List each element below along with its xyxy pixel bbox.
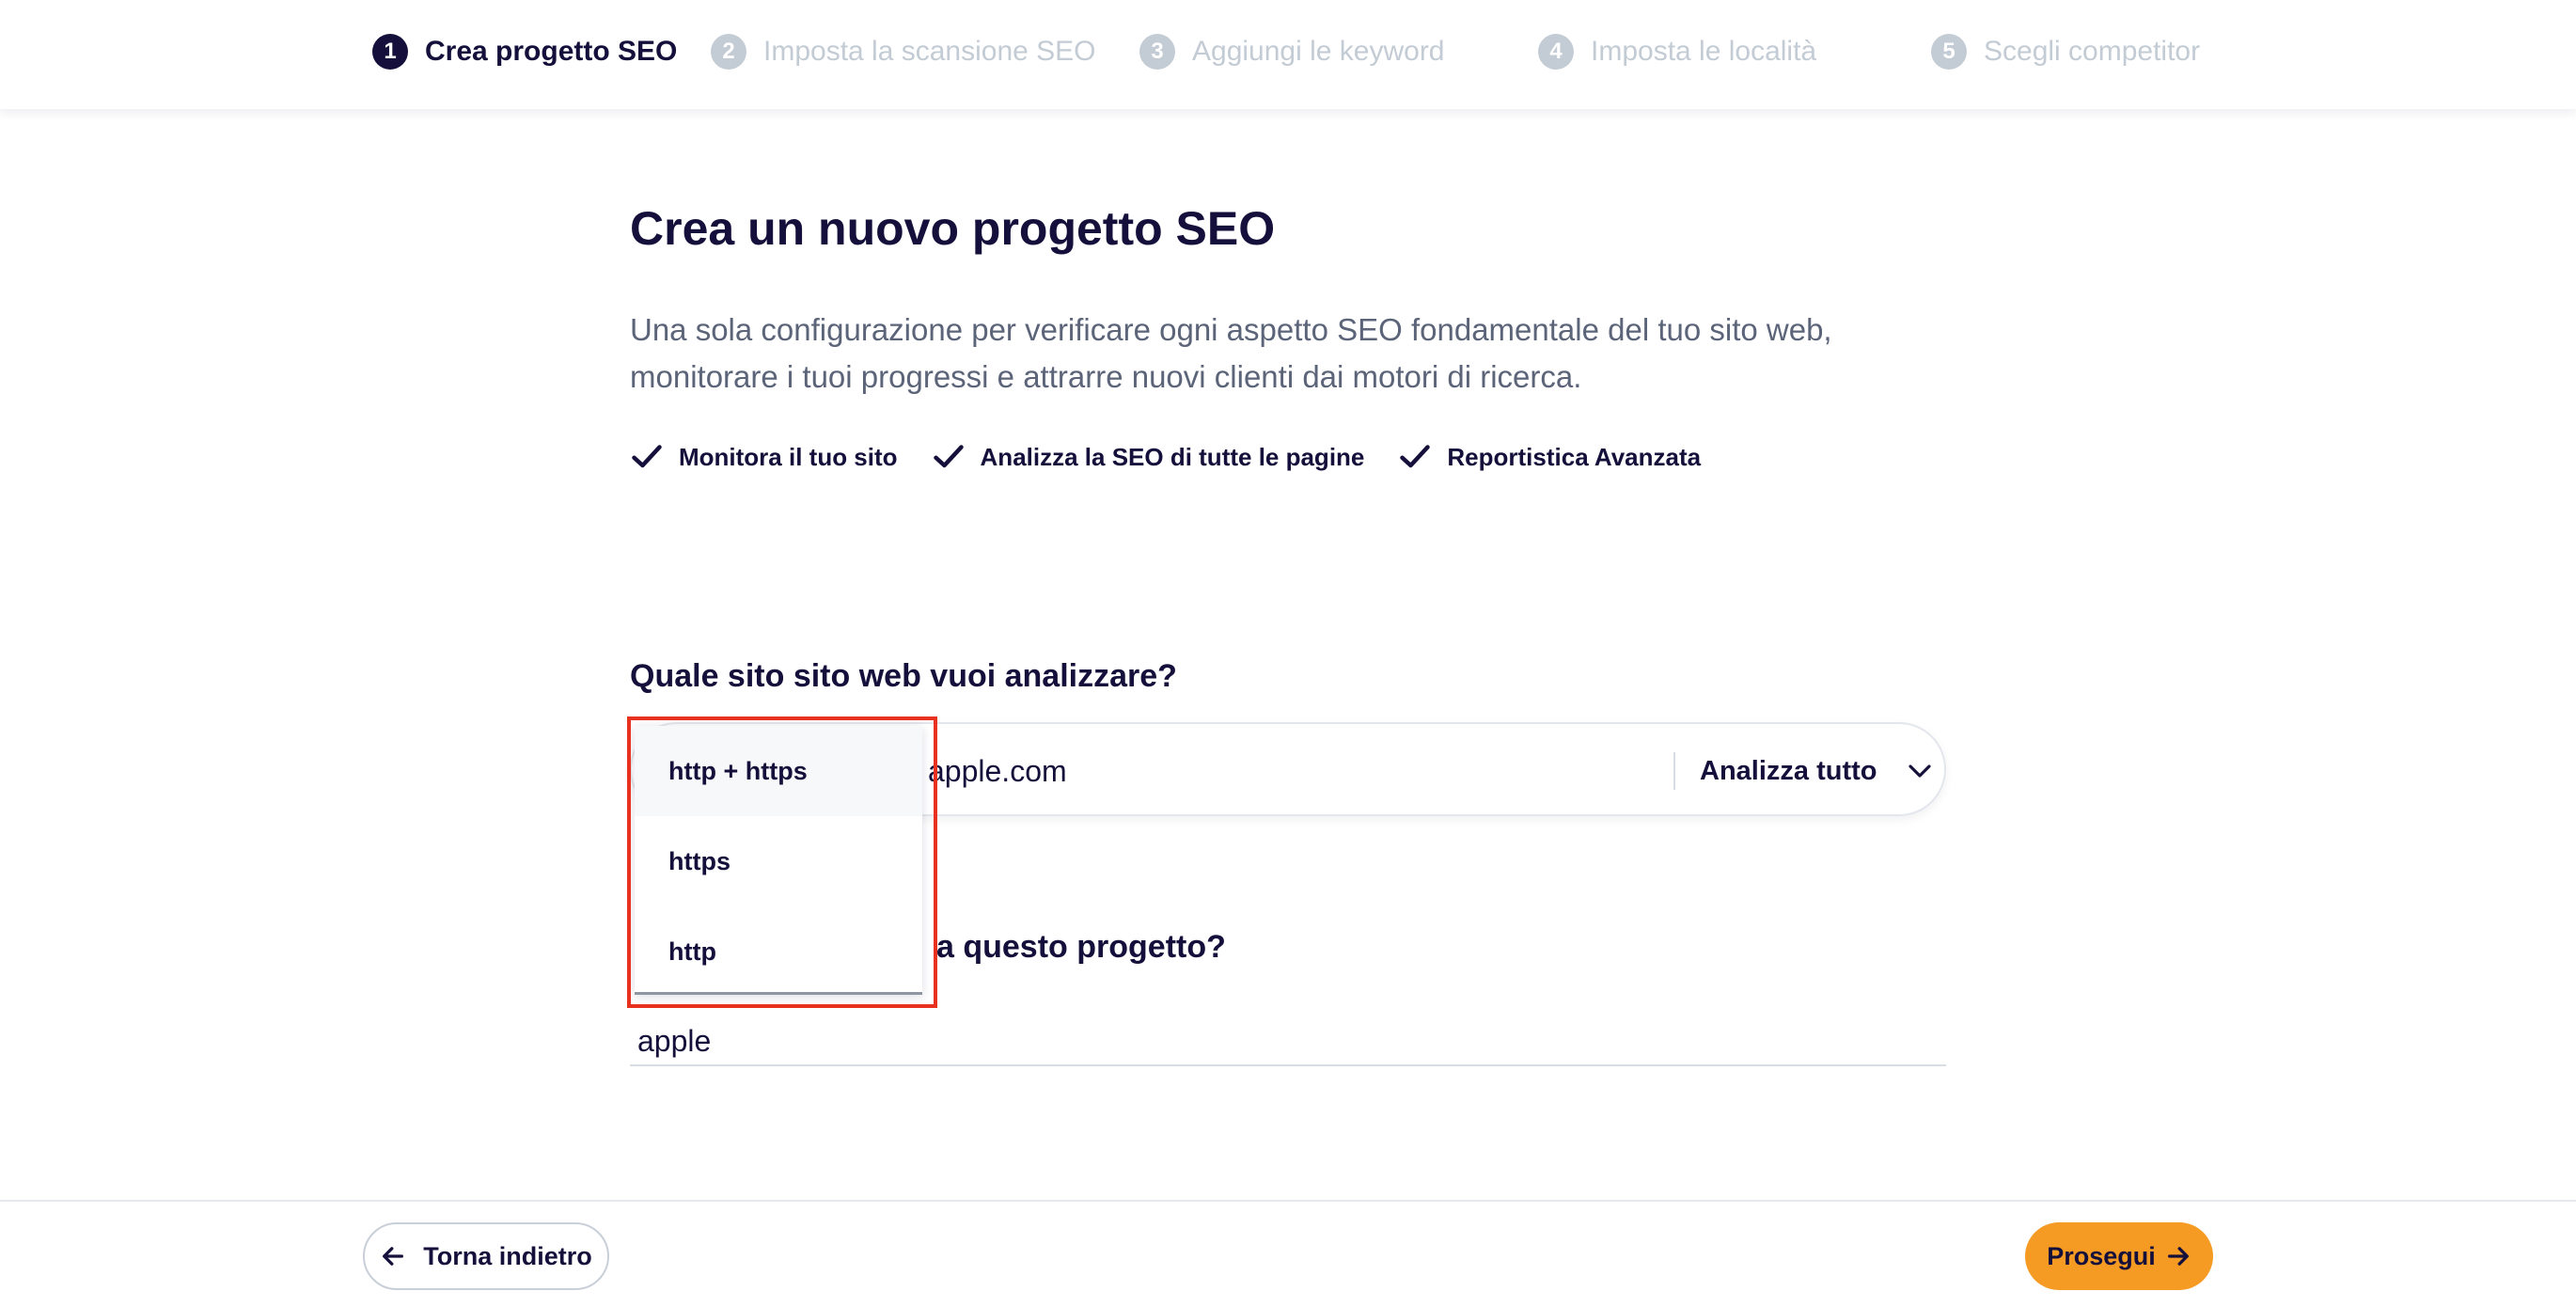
feature-list: Monitora il tuo sito Analizza la SEO di … [630, 440, 1701, 474]
feature-item: Monitora il tuo sito [630, 440, 898, 474]
stepper-bar: 1 Crea progetto SEO 2 Imposta la scansio… [0, 0, 2576, 109]
arrow-right-icon [2167, 1247, 2189, 1266]
website-question: Quale sito sito web vuoi analizzare? [630, 658, 1177, 694]
step-1[interactable]: 1 Crea progetto SEO [372, 32, 677, 71]
divider [1673, 752, 1675, 790]
footer-bar: Torna indietro Prosegui [0, 1200, 2576, 1307]
back-button-label: Torna indietro [423, 1241, 592, 1270]
back-button[interactable]: Torna indietro [363, 1222, 609, 1290]
arrow-left-icon [383, 1247, 404, 1266]
page-description: Una sola configurazione per verificare o… [630, 312, 1832, 394]
protocol-option-http-https[interactable]: http + https [635, 726, 922, 816]
feature-item: Analizza la SEO di tutte le pagine [932, 440, 1365, 474]
step-5[interactable]: 5 Scegli competitor [1931, 32, 2200, 71]
check-icon [632, 445, 662, 468]
scan-scope-select[interactable]: Analizza tutto [1700, 745, 1934, 797]
step-number: 3 [1139, 34, 1175, 70]
step-2[interactable]: 2 Imposta la scansione SEO [711, 32, 1096, 71]
step-4[interactable]: 4 Imposta le località [1538, 32, 1816, 71]
next-button[interactable]: Prosegui [2025, 1222, 2213, 1290]
step-number: 1 [372, 34, 408, 70]
page-title: Crea un nuovo progetto SEO [630, 202, 1276, 255]
chevron-down-icon [1908, 764, 1931, 778]
protocol-option-http[interactable]: http [635, 906, 922, 997]
step-3[interactable]: 3 Aggiungi le keyword [1139, 32, 1445, 71]
protocol-option-https[interactable]: https [635, 816, 922, 906]
project-name-input[interactable] [630, 1017, 1946, 1066]
step-label: Aggiungi le keyword [1192, 36, 1445, 67]
check-icon [933, 445, 964, 468]
step-label: Imposta le località [1591, 36, 1817, 67]
step-number: 5 [1931, 34, 1967, 70]
feature-label: Analizza la SEO di tutte le pagine [980, 442, 1365, 471]
website-url-input[interactable] [928, 748, 1586, 794]
protocol-dropdown: http + https https http [635, 726, 922, 995]
feature-label: Reportistica Avanzata [1447, 442, 1702, 471]
step-label: Scegli competitor [1984, 36, 2201, 67]
step-label: Imposta la scansione SEO [763, 36, 1096, 67]
step-number: 2 [711, 34, 746, 70]
step-label: Crea progetto SEO [425, 36, 678, 67]
feature-label: Monitora il tuo sito [679, 442, 898, 471]
scan-scope-value: Analizza tutto [1700, 755, 1877, 786]
step-number: 4 [1538, 34, 1574, 70]
project-name-question-visible: a questo progetto? [936, 929, 1226, 965]
check-icon [1400, 445, 1431, 468]
next-button-label: Prosegui [2047, 1241, 2156, 1270]
feature-item: Reportistica Avanzata [1398, 440, 1701, 474]
